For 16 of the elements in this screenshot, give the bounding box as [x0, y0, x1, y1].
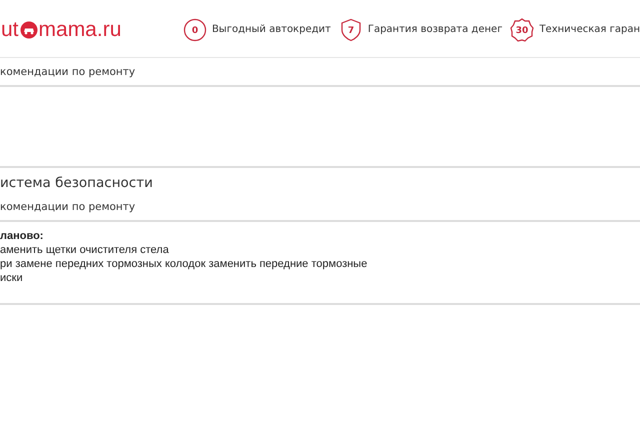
feature-label: Гарантия возврата денег: [368, 24, 502, 35]
badge-icon: 30: [510, 18, 534, 42]
feature-label: Техническая гаран: [539, 24, 640, 35]
car-icon[interactable]: [20, 20, 38, 38]
logo-text[interactable]: mama.ru: [38, 18, 122, 42]
note-line: иски: [0, 271, 24, 285]
feature-label: Выгодный автокредит: [212, 24, 331, 35]
section-subtitle: комендации по ремонту: [0, 58, 640, 87]
logo-text[interactable]: ut: [1, 18, 19, 42]
note-line: ри замене передних тормозных колодок заменить передние тормозные: [0, 257, 368, 271]
note-line: аменить щетки очистителя стела: [0, 243, 170, 257]
badge-icon: 0: [182, 18, 207, 42]
notes-heading: ланово:: [0, 229, 44, 243]
badge-icon: 7: [338, 18, 363, 42]
section-title: истема безопасности: [0, 174, 154, 193]
section-subtitle: комендации по ремонту: [0, 193, 640, 222]
